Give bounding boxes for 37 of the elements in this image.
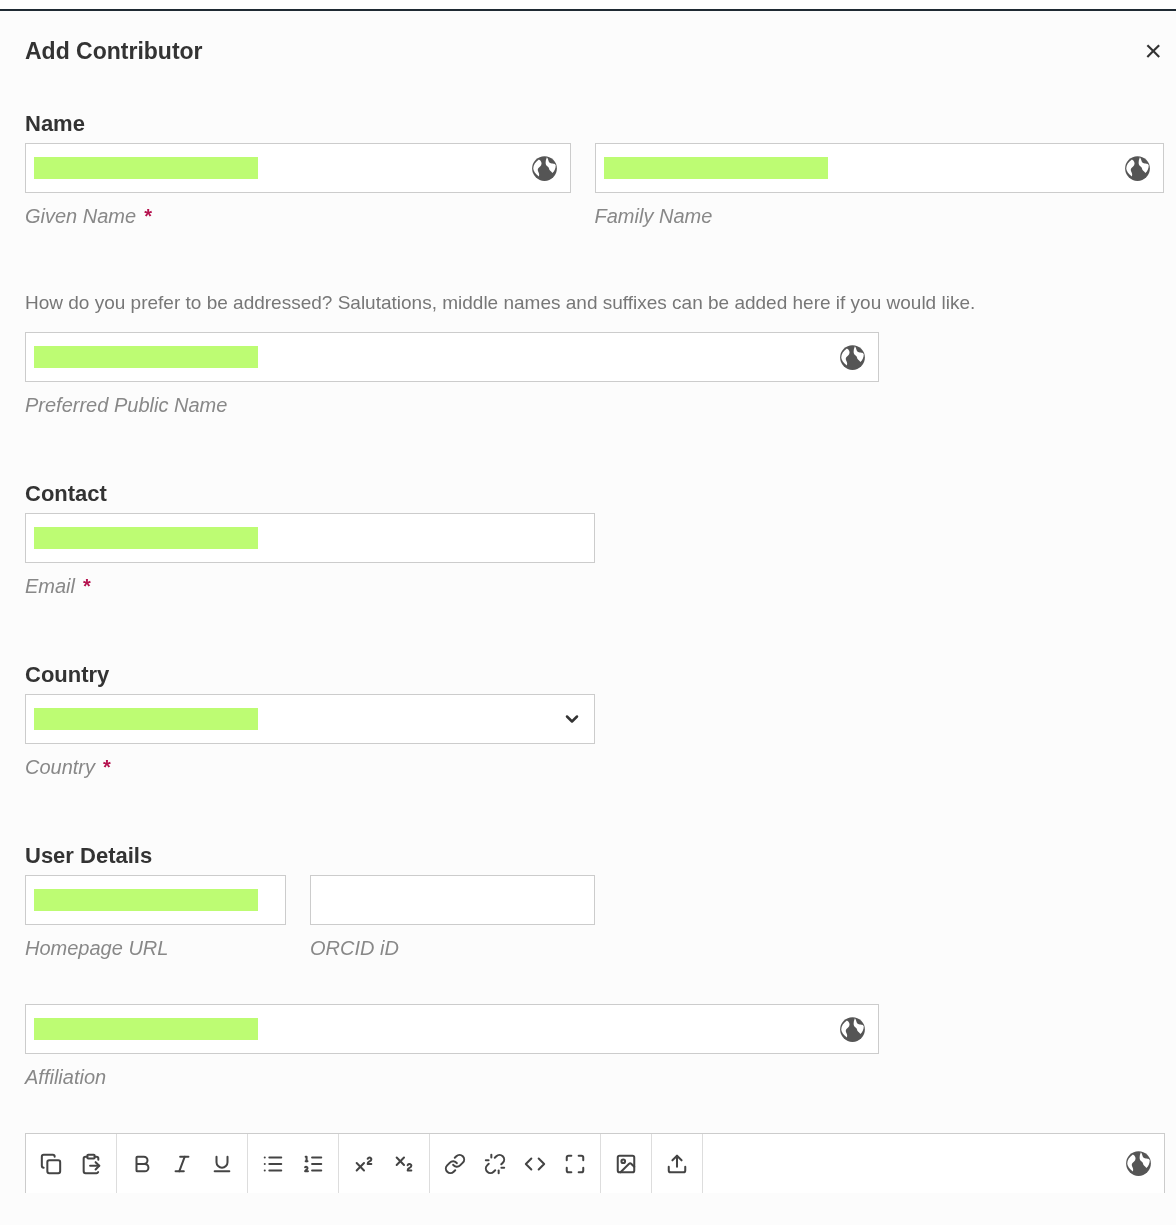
field-label: ORCID iD	[310, 937, 399, 960]
field-label: Family Name	[594, 205, 713, 228]
section-heading: Contact	[25, 481, 108, 507]
globe-icon[interactable]	[839, 1015, 866, 1043]
text-field[interactable]	[25, 1004, 879, 1054]
field-label: Preferred Public Name	[25, 394, 228, 417]
globe-icon[interactable]	[530, 154, 558, 182]
text-field[interactable]	[310, 875, 595, 925]
fullscreen-icon[interactable]	[564, 1152, 586, 1175]
section-heading: Name	[25, 111, 86, 137]
text-field[interactable]	[25, 143, 571, 193]
link-icon[interactable]	[444, 1152, 466, 1175]
image-icon[interactable]	[615, 1152, 637, 1175]
text-field[interactable]	[25, 332, 879, 382]
field-label: Homepage URL	[25, 937, 169, 960]
dialog-title: Add Contributor	[25, 37, 203, 65]
globe-icon[interactable]	[1125, 1150, 1152, 1177]
help-text: How do you prefer to be addressed? Salutations, middle names and suffixes can be added here if you would like.	[25, 292, 977, 314]
text-field[interactable]	[594, 143, 1164, 193]
field-label: Affiliation	[25, 1066, 107, 1089]
required-mark: *	[83, 575, 91, 598]
close-button[interactable]: ×	[1142, 36, 1164, 66]
upload-icon[interactable]	[666, 1152, 688, 1175]
required-mark: *	[144, 205, 152, 228]
section-heading: User Details	[25, 843, 154, 869]
copy-icon[interactable]	[40, 1152, 62, 1175]
unlink-icon[interactable]	[484, 1152, 506, 1175]
field-label: Country	[25, 756, 96, 779]
text-field[interactable]	[25, 875, 286, 925]
globe-icon[interactable]	[839, 343, 866, 371]
text-field[interactable]	[25, 513, 595, 563]
field-label: Given Name	[25, 205, 137, 228]
globe-icon[interactable]	[1124, 154, 1151, 182]
section-heading: Country	[25, 662, 111, 688]
paste-icon[interactable]	[80, 1152, 102, 1175]
field-label: Email	[25, 575, 75, 598]
required-mark: *	[103, 756, 111, 779]
